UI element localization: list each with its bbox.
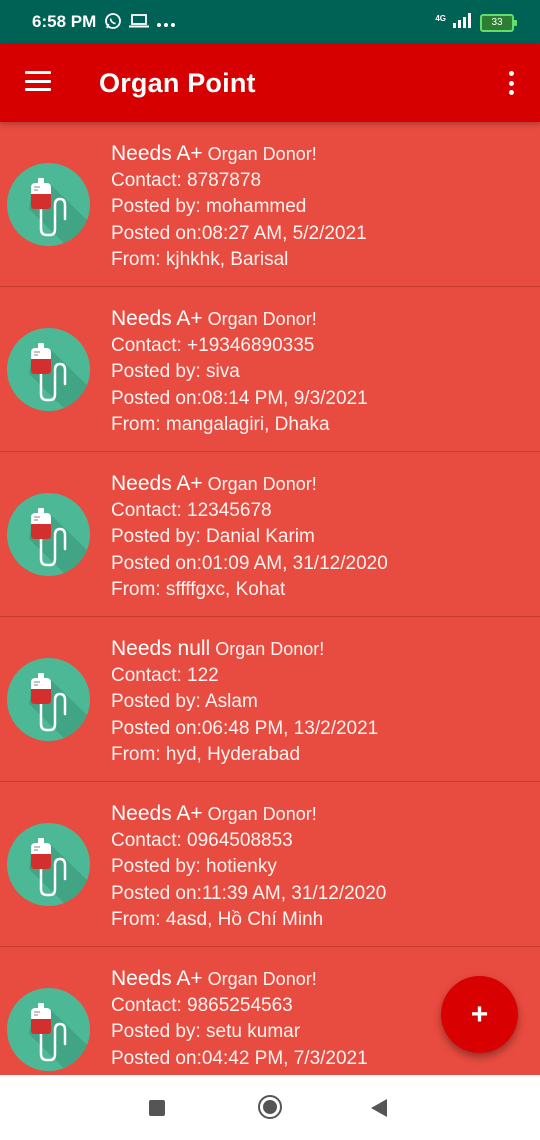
contact-label: Contact: +19346890335 [111, 335, 315, 356]
from-label: From: mangalagiri, Dhaka [111, 413, 330, 435]
system-navigation-bar [0, 1075, 540, 1140]
recents-icon[interactable] [149, 1100, 165, 1116]
contact-label: Contact: 122 [111, 665, 219, 686]
hamburger-menu-icon[interactable] [25, 71, 51, 91]
donor-details: Needs A+ Organ Donor! Contact: 8787878 P… [111, 140, 367, 273]
more-vertical-icon[interactable] [506, 71, 516, 95]
organ-donor-label: Organ Donor! [210, 639, 325, 659]
donor-title: Needs A+ Organ Donor! [111, 305, 368, 333]
needs-label: Needs A+ [111, 802, 203, 825]
contact-label: Contact: 12345678 [111, 500, 272, 521]
donor-list-item[interactable]: Needs A+ Organ Donor! Contact: +19346890… [0, 287, 540, 452]
donor-list-item[interactable]: Needs A+ Organ Donor! Contact: 12345678 … [0, 452, 540, 617]
add-icon: + [470, 997, 489, 1031]
organ-donor-label: Organ Donor! [202, 474, 317, 494]
donor-list-item[interactable]: Needs A+ Organ Donor! Contact: 8787878 P… [0, 122, 540, 287]
add-post-button[interactable]: + [441, 976, 518, 1053]
posted-by-label: Posted by: siva [111, 361, 240, 383]
blood-bag-icon [7, 328, 90, 411]
donor-list-item[interactable]: Needs A+ Organ Donor! Contact: 096450885… [0, 782, 540, 947]
blood-bag-icon [7, 658, 90, 741]
posted-by-label: Posted by: mohammed [111, 196, 307, 218]
organ-donor-label: Organ Donor! [202, 969, 317, 989]
contact-label: Contact: 0964508853 [111, 830, 293, 851]
posted-on-label: Posted on:11:39 AM, 31/12/2020 [111, 882, 387, 904]
needs-label: Needs null [111, 637, 211, 660]
donor-details: Needs A+ Organ Donor! Contact: 986525456… [111, 965, 368, 1075]
posted-on-label: Posted on:01:09 AM, 31/12/2020 [111, 552, 388, 574]
whatsapp-icon [104, 12, 122, 35]
posted-by-label: Posted by: Aslam [111, 691, 258, 713]
from-label: From: sffffgxc, Kohat [111, 578, 286, 600]
signal-icon [452, 12, 474, 33]
organ-donor-label: Organ Donor! [202, 804, 317, 824]
posted-on-label: Posted on:08:14 PM, 9/3/2021 [111, 387, 368, 409]
contact-label: Contact: 9865254563 [111, 995, 293, 1016]
from-label: From: hyd, Hyderabad [111, 743, 301, 765]
donor-title: Needs A+ Organ Donor! [111, 470, 388, 498]
donor-details: Needs null Organ Donor! Contact: 122 Pos… [111, 635, 378, 768]
posted-on-label: Posted on:04:42 PM, 7/3/2021 [111, 1047, 368, 1069]
posted-by-label: Posted by: Danial Karim [111, 526, 315, 548]
back-icon[interactable] [371, 1099, 387, 1117]
organ-donor-label: Organ Donor! [202, 309, 317, 329]
needs-label: Needs A+ [111, 142, 203, 165]
donor-title: Needs A+ Organ Donor! [111, 140, 367, 168]
from-label: From: kjhkhk, Barisal [111, 248, 289, 270]
donor-title: Needs A+ Organ Donor! [111, 800, 386, 828]
notification-icons [104, 12, 176, 35]
blood-bag-icon [7, 163, 90, 246]
posted-by-label: Posted by: hotienky [111, 856, 277, 878]
donor-list-item[interactable]: Needs null Organ Donor! Contact: 122 Pos… [0, 617, 540, 782]
from-label: From: 4asd, Hồ Chí Minh [111, 908, 324, 930]
organ-donor-label: Organ Donor! [202, 144, 317, 164]
donor-details: Needs A+ Organ Donor! Contact: 12345678 … [111, 470, 388, 603]
status-bar: 6:58 PM 4G 33 [0, 0, 540, 44]
app-title: Organ Point [99, 68, 256, 98]
posted-on-label: Posted on:08:27 AM, 5/2/2021 [111, 222, 367, 244]
posted-on-label: Posted on:06:48 PM, 13/2/2021 [111, 717, 379, 739]
network-label: 4G [435, 14, 446, 23]
donor-title: Needs null Organ Donor! [111, 635, 378, 663]
blood-bag-icon [7, 493, 90, 576]
needs-label: Needs A+ [111, 307, 203, 330]
needs-label: Needs A+ [111, 967, 203, 990]
system-icons: 4G 33 [435, 12, 517, 33]
laptop-icon [129, 13, 149, 34]
needs-label: Needs A+ [111, 472, 203, 495]
donor-details: Needs A+ Organ Donor! Contact: 096450885… [111, 800, 386, 933]
status-time: 6:58 PM [32, 12, 97, 31]
donor-title: Needs A+ Organ Donor! [111, 965, 368, 993]
posted-by-label: Posted by: setu kumar [111, 1021, 301, 1043]
app-bar: Organ Point [0, 44, 540, 122]
more-notifications-icon [156, 15, 176, 33]
blood-bag-icon [7, 823, 90, 906]
home-icon[interactable] [258, 1095, 282, 1119]
contact-label: Contact: 8787878 [111, 170, 262, 191]
blood-bag-icon [7, 988, 90, 1071]
donor-list[interactable]: Needs A+ Organ Donor! Contact: 8787878 P… [0, 122, 540, 1075]
donor-details: Needs A+ Organ Donor! Contact: +19346890… [111, 305, 368, 438]
battery-icon: 33 [480, 13, 517, 32]
